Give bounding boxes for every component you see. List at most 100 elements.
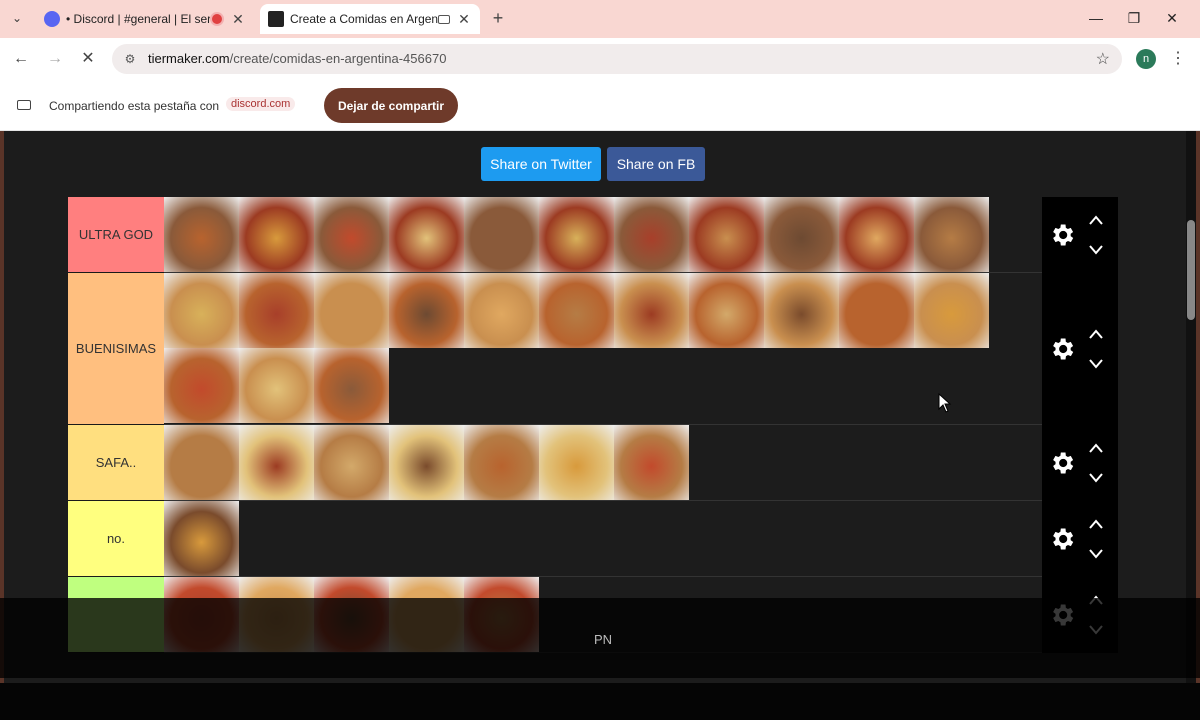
move-down-icon[interactable]: [1088, 547, 1104, 559]
recording-icon: [210, 12, 224, 26]
tab-search-icon[interactable]: ⌄: [6, 8, 28, 28]
food-image-tile[interactable]: [839, 197, 914, 272]
food-image-tile[interactable]: [239, 348, 314, 423]
site-info-icon[interactable]: ⚙: [122, 51, 138, 67]
close-icon[interactable]: ✕: [456, 11, 472, 28]
food-image-tile[interactable]: [764, 273, 839, 348]
food-image-tile[interactable]: [464, 197, 539, 272]
food-image-tile[interactable]: [464, 273, 539, 348]
food-image-tile[interactable]: [239, 197, 314, 272]
discord-favicon-icon: [44, 11, 60, 27]
tab-tiermaker[interactable]: Create a Comidas en Argen ✕: [260, 4, 480, 34]
food-image-tile[interactable]: [239, 273, 314, 348]
food-image-tile[interactable]: [164, 273, 239, 348]
browser-toolbar: ← → ✕ ⚙ tiermaker.com/create/comidas-en-…: [0, 38, 1200, 80]
food-image-tile[interactable]: [764, 197, 839, 272]
food-image-tile[interactable]: [614, 273, 689, 348]
food-image-tile[interactable]: [389, 273, 464, 348]
tier-row: ULTRA GOD: [68, 197, 1118, 273]
food-image-tile[interactable]: [314, 197, 389, 272]
food-image-tile[interactable]: [839, 273, 914, 348]
food-image-tile[interactable]: [914, 273, 989, 348]
sharing-infobar: Compartiendo esta pestaña con discord.co…: [0, 80, 1200, 131]
food-image-tile[interactable]: [314, 348, 389, 423]
tier-row: BUENISIMAS: [68, 273, 1118, 425]
profile-avatar[interactable]: n: [1136, 49, 1156, 69]
gear-icon[interactable]: [1048, 221, 1076, 249]
food-image-tile[interactable]: [539, 197, 614, 272]
window-close-icon[interactable]: ✕: [1154, 6, 1190, 30]
bottom-bar: [0, 683, 1200, 720]
move-up-icon[interactable]: [1088, 327, 1104, 339]
tab-title: • Discord | #general | El ser: [66, 12, 210, 26]
restore-icon[interactable]: ❐: [1116, 6, 1152, 30]
tier-controls: [1042, 273, 1118, 425]
tier-items[interactable]: [164, 501, 1042, 577]
tab-strip: ⌄ • Discord | #general | El ser ✕ Create…: [0, 0, 1200, 38]
mouse-cursor-icon: [938, 393, 952, 413]
gear-icon[interactable]: [1048, 335, 1076, 363]
tier-items[interactable]: [164, 197, 1042, 273]
food-image-tile[interactable]: [614, 425, 689, 500]
tier-controls: [1042, 501, 1118, 577]
move-down-icon[interactable]: [1088, 471, 1104, 483]
food-image-tile[interactable]: [314, 425, 389, 500]
move-down-icon[interactable]: [1088, 243, 1104, 255]
url-domain: tiermaker.com: [148, 51, 230, 66]
share-twitter-button[interactable]: Share on Twitter: [481, 147, 601, 181]
new-tab-icon[interactable]: +: [488, 8, 508, 28]
food-image-tile[interactable]: [164, 348, 239, 423]
tier-controls: [1042, 197, 1118, 273]
overlay-text: PN: [594, 632, 613, 647]
food-image-tile[interactable]: [164, 425, 239, 500]
move-up-icon[interactable]: [1088, 213, 1104, 225]
tier-controls: [1042, 425, 1118, 501]
tier-label[interactable]: ULTRA GOD: [68, 197, 164, 273]
food-image-tile[interactable]: [689, 273, 764, 348]
url-path: /create/comidas-en-argentina-456670: [229, 51, 447, 66]
gear-icon[interactable]: [1048, 449, 1076, 477]
tier-label[interactable]: no.: [68, 501, 164, 577]
sharing-target: discord.com: [226, 97, 296, 111]
forward-icon[interactable]: →: [44, 48, 66, 70]
move-up-icon[interactable]: [1088, 517, 1104, 529]
food-image-tile[interactable]: [389, 197, 464, 272]
tier-row: SAFA..: [68, 425, 1118, 501]
menu-dots-icon[interactable]: ⋮: [1170, 48, 1186, 70]
food-image-tile[interactable]: [239, 425, 314, 500]
url-text: tiermaker.com/create/comidas-en-argentin…: [148, 51, 446, 66]
move-up-icon[interactable]: [1088, 441, 1104, 453]
stop-sharing-button[interactable]: Dejar de compartir: [324, 88, 458, 123]
food-image-tile[interactable]: [689, 197, 764, 272]
food-image-tile[interactable]: [464, 425, 539, 500]
tier-row: no.: [68, 501, 1118, 577]
gear-icon[interactable]: [1048, 525, 1076, 553]
tier-label[interactable]: BUENISIMAS: [68, 273, 164, 425]
food-image-tile[interactable]: [389, 425, 464, 500]
address-bar[interactable]: ⚙ tiermaker.com/create/comidas-en-argent…: [112, 44, 1122, 74]
food-image-tile[interactable]: [914, 197, 989, 272]
food-image-tile[interactable]: [164, 197, 239, 272]
sharing-message: Compartiendo esta pestaña con: [49, 99, 220, 113]
food-image-tile[interactable]: [314, 273, 389, 348]
screen-share-icon: [17, 100, 31, 110]
share-facebook-button[interactable]: Share on FB: [607, 147, 705, 181]
tier-label[interactable]: SAFA..: [68, 425, 164, 501]
food-image-tile[interactable]: [164, 501, 239, 576]
tier-items[interactable]: [164, 425, 1042, 501]
food-image-tile[interactable]: [614, 197, 689, 272]
tab-discord[interactable]: • Discord | #general | El ser ✕: [36, 4, 254, 34]
sharing-tab-icon: [438, 14, 450, 24]
tier-items[interactable]: [164, 273, 1042, 425]
scrollbar-thumb[interactable]: [1187, 220, 1195, 320]
tiermaker-favicon-icon: [268, 11, 284, 27]
bookmark-star-icon[interactable]: ☆: [1096, 49, 1110, 69]
food-image-tile[interactable]: [539, 273, 614, 348]
food-image-tile[interactable]: [539, 425, 614, 500]
stop-loading-icon[interactable]: ✕: [77, 48, 99, 70]
close-icon[interactable]: ✕: [230, 11, 246, 28]
tab-title: Create a Comidas en Argen: [290, 12, 438, 26]
minimize-icon[interactable]: —: [1078, 6, 1114, 30]
move-down-icon[interactable]: [1088, 357, 1104, 369]
back-icon[interactable]: ←: [10, 48, 32, 70]
